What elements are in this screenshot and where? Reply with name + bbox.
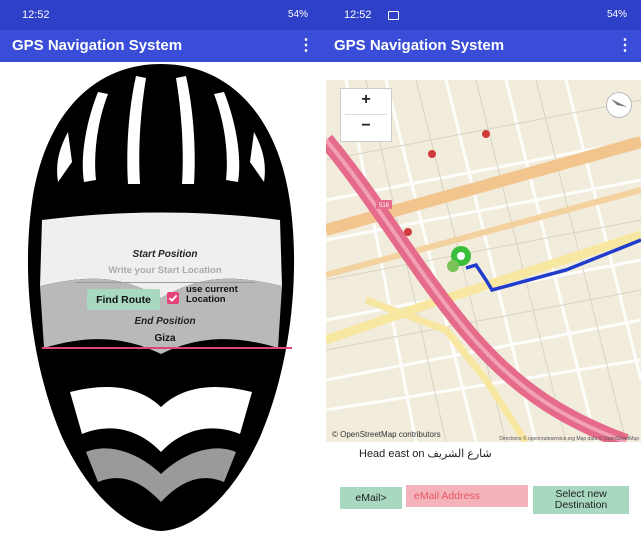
use-current-location-checkbox[interactable] [167, 292, 179, 304]
status-icons: 54% [606, 9, 627, 20]
app-bar: GPS Navigation System ⋮ [0, 30, 322, 62]
status-time: 12:52 [344, 9, 372, 21]
overflow-menu-icon[interactable]: ⋮ [298, 35, 314, 55]
notification-icon [388, 11, 399, 20]
zoom-divider [345, 114, 387, 115]
zoom-control: + − [340, 88, 392, 142]
map-attribution[interactable]: © OpenStreetMap contributors [332, 430, 441, 439]
checkmark-icon [168, 294, 178, 302]
zoom-out-button[interactable]: − [341, 117, 391, 139]
zoom-in-button[interactable]: + [341, 91, 391, 113]
end-location-input[interactable]: Giza [125, 333, 205, 347]
status-icons: 54% [287, 9, 308, 20]
app-title: GPS Navigation System [12, 37, 183, 54]
status-bar: 12:52 54% [0, 0, 322, 30]
select-new-destination-button[interactable]: Select new Destination [533, 486, 629, 514]
email-button[interactable]: eMail> [340, 487, 402, 509]
map-view[interactable]: 516 + − © OpenStreetMap contributors Dir… [326, 80, 641, 442]
email-address-input[interactable] [406, 485, 528, 507]
find-route-button[interactable]: Find Route [87, 289, 160, 310]
status-time: 12:52 [22, 9, 50, 21]
map-screen: 12:52 54% GPS Navigation System ⋮ 516 + … [322, 0, 641, 533]
status-bar: 12:52 54% [322, 0, 641, 30]
compass-icon[interactable] [606, 92, 632, 118]
directions-attribution: Directions © openrouteservice.org Map da… [499, 436, 639, 442]
route-entry-screen: 12:52 54% GPS Navigation System ⋮ Start … [0, 0, 322, 533]
start-position-title: Start Position [132, 249, 198, 260]
end-input-underline [42, 347, 292, 349]
end-position-title: End Position [134, 316, 196, 327]
app-bar: GPS Navigation System ⋮ [322, 30, 641, 62]
turn-instruction: Head east on شارع الشريف [359, 448, 492, 460]
road-number-label: 516 [379, 203, 390, 209]
start-location-input[interactable]: Write your Start Location [80, 265, 250, 279]
start-input-underline [75, 282, 255, 283]
compass-needle-icon [611, 99, 627, 107]
use-current-location-label: use current Location [186, 284, 238, 305]
overflow-menu-icon[interactable]: ⋮ [617, 35, 633, 55]
helmet-illustration [27, 64, 295, 531]
app-title: GPS Navigation System [334, 37, 505, 54]
